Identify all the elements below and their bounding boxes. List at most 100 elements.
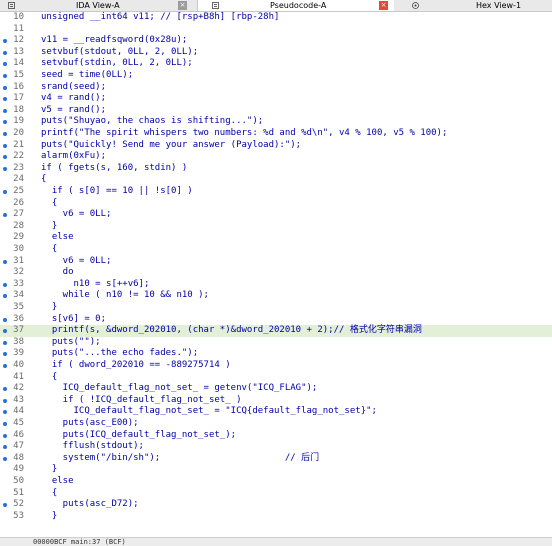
code-line[interactable]: 48 system("/bin/sh"); // 后门 — [0, 453, 552, 465]
code-text[interactable]: ICQ_default_flag_not_set_ = "ICQ{default… — [41, 406, 377, 418]
code-text[interactable]: v5 = rand(); — [41, 105, 106, 117]
code-line[interactable]: 41 { — [0, 372, 552, 384]
code-line[interactable]: 38 puts(""); — [0, 337, 552, 349]
breakpoint-dot-icon[interactable] — [3, 422, 7, 426]
code-text[interactable]: v4 = rand(); — [41, 93, 106, 105]
breakpoint-dot-icon[interactable] — [3, 410, 7, 415]
code-line[interactable]: 12 v11 = __readfsqword(0x28u); — [0, 35, 552, 47]
code-line[interactable]: 35 } — [0, 302, 552, 314]
code-text[interactable]: setvbuf(stdin, 0LL, 2, 0LL); — [41, 58, 193, 70]
code-line[interactable]: 25 if ( s[0] == 10 || !s[0] ) — [0, 186, 552, 198]
pseudocode-editor[interactable]: 10 unsigned __int64 v11; // [rsp+B8h] [rb… — [0, 11, 552, 537]
code-line[interactable]: 42 ICQ_default_flag_not_set_ = getenv("I… — [0, 383, 552, 395]
code-text[interactable]: do — [41, 267, 74, 279]
code-line[interactable]: 32 do — [0, 267, 552, 279]
code-line[interactable]: 29 else — [0, 232, 552, 244]
tab-ida-view-a[interactable]: IDA View-A × — [0, 0, 196, 11]
code-line[interactable]: 52 puts(asc_D72); — [0, 499, 552, 511]
code-line[interactable]: 17 v4 = rand(); — [0, 93, 552, 105]
code-line[interactable]: 20 printf("The spirit whispers two number… — [0, 128, 552, 140]
code-text[interactable]: v6 = 0LL; — [41, 256, 112, 268]
code-text[interactable]: seed = time(0LL); — [41, 70, 133, 82]
code-text[interactable]: if ( s[0] == 10 || !s[0] ) — [41, 186, 193, 198]
code-line[interactable]: 27 v6 = 0LL; — [0, 209, 552, 221]
breakpoint-dot-icon[interactable] — [3, 294, 7, 299]
code-line[interactable]: 19 puts("Shuyao, the chaos is shifting...… — [0, 116, 552, 128]
code-line[interactable]: 21 puts("Quickly! Send me your answer (Pa… — [0, 140, 552, 152]
code-text[interactable]: puts(asc_E00); — [41, 418, 139, 430]
code-text[interactable]: } — [41, 302, 57, 314]
close-icon[interactable]: × — [178, 1, 187, 10]
code-line[interactable]: 39 puts("...the echo fades."); — [0, 348, 552, 360]
breakpoint-dot-icon[interactable] — [3, 74, 7, 78]
code-text[interactable]: puts(ICQ_default_flag_not_set_); — [41, 430, 236, 442]
code-text[interactable]: srand(seed); — [41, 82, 106, 94]
breakpoint-dot-icon[interactable] — [3, 50, 7, 55]
code-line[interactable]: 16 srand(seed); — [0, 82, 552, 94]
code-text[interactable]: { — [41, 198, 57, 210]
code-line[interactable]: 53 } — [0, 511, 552, 523]
code-line[interactable]: 10 unsigned __int64 v11; // [rsp+B8h] [rb… — [0, 12, 552, 24]
code-text[interactable]: { — [41, 372, 57, 384]
code-text[interactable]: v11 = __readfsqword(0x28u); — [41, 35, 187, 47]
code-line[interactable]: 14 setvbuf(stdin, 0LL, 2, 0LL); — [0, 58, 552, 70]
code-line[interactable]: 44 ICQ_default_flag_not_set_ = "ICQ{defa… — [0, 406, 552, 418]
code-line[interactable]: 43 if ( !ICQ_default_flag_not_set_ ) — [0, 395, 552, 407]
code-text[interactable]: else — [41, 476, 74, 488]
code-line[interactable]: 46 puts(ICQ_default_flag_not_set_); — [0, 430, 552, 442]
code-text[interactable]: } — [41, 464, 57, 476]
code-line[interactable]: 36 s[v6] = 0; — [0, 314, 552, 326]
breakpoint-dot-icon[interactable] — [3, 329, 7, 334]
code-text[interactable]: else — [41, 232, 74, 244]
code-text[interactable]: if ( dword_202010 == -889275714 ) — [41, 360, 231, 372]
code-line[interactable]: 26 { — [0, 198, 552, 210]
code-text[interactable]: v6 = 0LL; — [41, 209, 112, 221]
breakpoint-dot-icon[interactable] — [3, 456, 7, 461]
code-text[interactable]: } — [41, 221, 57, 233]
code-line[interactable]: 47 fflush(stdout); — [0, 441, 552, 453]
code-line[interactable]: 23 if ( fgets(s, 160, stdin) ) — [0, 163, 552, 175]
breakpoint-dot-icon[interactable] — [3, 85, 7, 90]
code-line[interactable]: 34 while ( n10 != 10 && n10 ); — [0, 290, 552, 302]
breakpoint-dot-icon[interactable] — [3, 132, 7, 136]
code-line[interactable]: 30 { — [0, 244, 552, 256]
code-text[interactable]: if ( fgets(s, 160, stdin) ) — [41, 163, 187, 175]
breakpoint-dot-icon[interactable] — [3, 108, 7, 113]
code-text[interactable]: alarm(0xFu); — [41, 151, 106, 163]
breakpoint-dot-icon[interactable] — [3, 340, 7, 345]
breakpoint-dot-icon[interactable] — [3, 503, 7, 508]
code-text[interactable]: puts("Quickly! Send me your answer (Payl… — [41, 140, 301, 152]
breakpoint-dot-icon[interactable] — [3, 387, 7, 392]
code-text[interactable]: { — [41, 488, 57, 500]
code-line[interactable]: 11 — [0, 24, 552, 36]
code-text[interactable]: ICQ_default_flag_not_set_ = getenv("ICQ_… — [41, 383, 318, 395]
breakpoint-dot-icon[interactable] — [3, 433, 7, 438]
code-text[interactable]: fflush(stdout); — [41, 441, 144, 453]
code-text[interactable]: printf("The spirit whispers two numbers:… — [41, 128, 447, 140]
breakpoint-dot-icon[interactable] — [3, 398, 7, 403]
code-text[interactable]: puts(""); — [41, 337, 101, 349]
breakpoint-dot-icon[interactable] — [3, 155, 7, 160]
code-text[interactable]: if ( !ICQ_default_flag_not_set_ ) — [41, 395, 242, 407]
code-text[interactable]: s[v6] = 0; — [41, 314, 106, 326]
code-line[interactable]: 51 { — [0, 488, 552, 500]
close-icon[interactable]: × — [379, 1, 388, 10]
breakpoint-dot-icon[interactable] — [3, 97, 7, 102]
tab-pseudocode-a[interactable]: Pseudocode-A × — [197, 0, 395, 11]
code-line[interactable]: 22 alarm(0xFu); — [0, 151, 552, 163]
code-line[interactable]: 13 setvbuf(stdout, 0LL, 2, 0LL); — [0, 47, 552, 59]
breakpoint-dot-icon[interactable] — [3, 364, 7, 368]
code-line[interactable]: 45 puts(asc_E00); — [0, 418, 552, 430]
code-text[interactable]: puts("...the echo fades."); — [41, 348, 198, 360]
code-text[interactable]: system("/bin/sh"); // 后门 — [41, 453, 319, 465]
code-line[interactable]: 40 if ( dword_202010 == -889275714 ) — [0, 360, 552, 372]
breakpoint-dot-icon[interactable] — [3, 213, 7, 218]
breakpoint-dot-icon[interactable] — [3, 190, 7, 194]
breakpoint-dot-icon[interactable] — [3, 259, 7, 264]
breakpoint-dot-icon[interactable] — [3, 317, 7, 322]
tab-hex-view-1[interactable]: Hex View-1 — [394, 0, 552, 11]
code-line[interactable]: 33 n10 = s[++v6]; — [0, 279, 552, 291]
code-text[interactable]: n10 = s[++v6]; — [41, 279, 150, 291]
breakpoint-dot-icon[interactable] — [3, 62, 7, 67]
breakpoint-dot-icon[interactable] — [3, 352, 7, 357]
